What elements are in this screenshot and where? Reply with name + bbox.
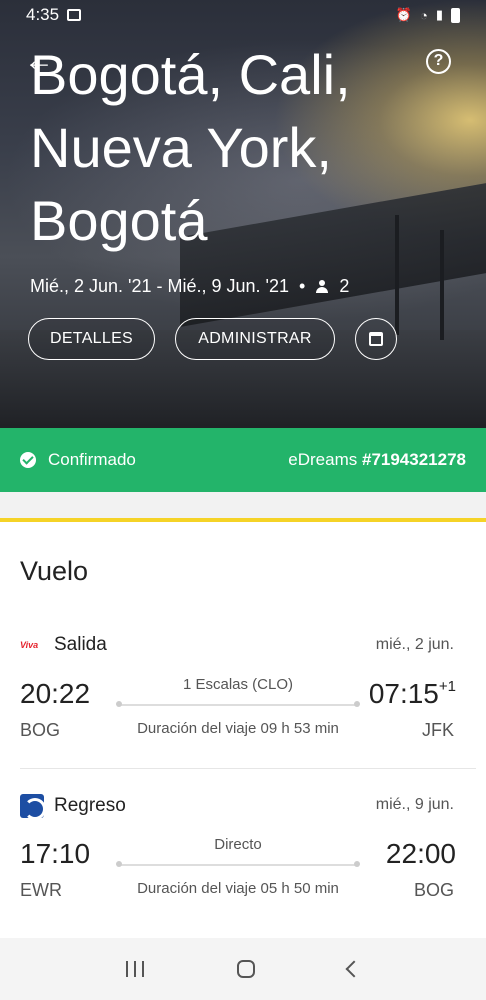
- check-circle-icon: [20, 452, 36, 468]
- airline-logo-viva: Viva: [20, 640, 39, 650]
- stops-info: 1 Escalas (CLO): [182, 676, 294, 693]
- next-day-indicator: +1: [438, 678, 456, 695]
- signal-icon: ▮: [435, 7, 443, 22]
- meta-separator: •: [299, 276, 306, 296]
- arrival-airport: JFK: [421, 720, 454, 740]
- calendar-icon: [369, 332, 383, 346]
- leg-divider: [20, 768, 476, 769]
- departure-time: 17:10: [20, 838, 91, 869]
- section-title: Vuelo: [20, 556, 89, 586]
- booking-reference: eDreams #7194321278: [288, 450, 466, 470]
- leg-date: mié., 9 jun.: [375, 796, 454, 813]
- trip-duration: Duración del viaje 09 h 53 min: [137, 720, 339, 737]
- status-bar: 4:35 ⏰ ◔ ▮: [0, 0, 486, 30]
- departure-airport: EWR: [20, 880, 62, 900]
- manage-button[interactable]: ADMINISTRAR: [175, 318, 335, 360]
- stops-info: Directo: [214, 836, 262, 853]
- arrival-airport: BOG: [413, 880, 454, 900]
- route-line: [116, 861, 360, 867]
- leg-label: Regreso: [54, 795, 126, 816]
- passenger-count: 2: [339, 276, 350, 296]
- trip-title-line: Nueva York,: [30, 116, 332, 179]
- back-arrow-icon[interactable]: ←: [24, 46, 54, 76]
- recents-icon[interactable]: [126, 961, 145, 977]
- details-button[interactable]: DETALLES: [28, 318, 155, 360]
- trip-dates: Mié., 2 Jun. '21 - Mié., 9 Jun. '21: [30, 276, 289, 296]
- arrival-time: 07:15+1: [369, 678, 456, 710]
- system-nav-bar: [0, 938, 486, 1000]
- gallery-notification-icon: [67, 9, 82, 21]
- trip-title-line: Bogotá: [30, 189, 208, 252]
- booking-number[interactable]: #7194321278: [362, 450, 466, 469]
- trip-title-line: Bogotá, Cali,: [30, 43, 351, 106]
- person-icon: [315, 279, 329, 294]
- trip-title: Bogotá, Cali, Nueva York, Bogotá: [30, 38, 450, 257]
- departure-airport: BOG: [20, 720, 61, 740]
- booking-brand: eDreams: [288, 450, 358, 469]
- status-time: 4:35: [26, 5, 60, 24]
- trip-meta: Mié., 2 Jun. '21 - Mié., 9 Jun. '21 • 2: [30, 276, 349, 297]
- airline-logo-united: [20, 794, 44, 818]
- help-icon[interactable]: ?: [426, 49, 451, 74]
- back-icon[interactable]: [345, 960, 363, 978]
- add-to-calendar-button[interactable]: [355, 318, 397, 360]
- wifi-icon: ◔: [419, 7, 428, 23]
- trip-duration: Duración del viaje 05 h 50 min: [137, 880, 339, 897]
- confirmation-bar: Confirmado eDreams #7194321278: [0, 428, 486, 492]
- route-line: [116, 701, 360, 707]
- flight-card[interactable]: Vuelo Viva Salida mié., 2 jun. 20:22 BOG…: [0, 518, 486, 938]
- arrival-time: 22:00: [385, 838, 456, 869]
- leg-label: Salida: [54, 634, 107, 655]
- trip-hero-banner: 4:35 ⏰ ◔ ▮ ← ? Bogotá, Cali, Nueva York,…: [0, 0, 486, 428]
- departure-time: 20:22: [20, 678, 91, 709]
- leg-date: mié., 2 jun.: [375, 636, 454, 653]
- battery-icon: [451, 7, 460, 23]
- home-icon[interactable]: [236, 960, 255, 978]
- alarm-icon: ⏰: [395, 7, 412, 22]
- arrival-time-value: 07:15: [368, 678, 439, 709]
- booking-status: Confirmado: [48, 450, 136, 469]
